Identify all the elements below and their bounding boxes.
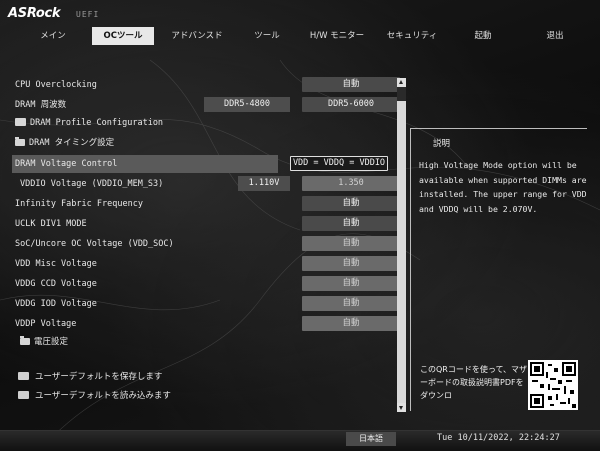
uclk-row[interactable]: UCLK DIV1 MODE 自動 [12,215,400,233]
uefi-label: UEFI [76,10,100,19]
soc-voltage-label: SoC/Uncore OC Voltage (VDD_SOC) [15,239,174,249]
cpu-overclocking-value[interactable]: 自動 [302,77,400,92]
main-nav: メイン OCツール アドバンスド ツール H/W モニター セキュリティ 起動 … [0,27,600,47]
soc-voltage-row[interactable]: SoC/Uncore OC Voltage (VDD_SOC) 自動 [12,235,400,253]
scroll-down-icon[interactable] [397,403,406,412]
dram-profile-row[interactable]: DRAM Profile Configuration [12,114,397,132]
dram-frequency-label: DRAM 周波数 [15,100,67,110]
help-title: 説明 [433,139,451,149]
soc-voltage-value[interactable]: 自動 [302,236,400,251]
brand-logo: ASRock [8,6,61,21]
infinity-fabric-label: Infinity Fabric Frequency [15,199,143,209]
qr-description: このQRコードを使って、マザーボードの取扱説明書PDFをダウンロ [420,365,528,400]
dram-voltage-control-value[interactable]: VDD = VDDQ = VDDIO [290,156,388,171]
vddg-iod-row[interactable]: VDDG IOD Voltage 自動 [12,295,400,313]
load-user-defaults-row[interactable]: ユーザーデフォルトを読み込みます [12,387,397,405]
voltage-settings-label: 電圧設定 [34,337,69,347]
tab-exit[interactable]: 退出 [532,27,578,45]
vddio-voltage-value[interactable]: 1.350 [302,176,400,191]
dram-timing-label-wrap: DRAM タイミング設定 [15,134,114,152]
dram-voltage-control-row[interactable]: DRAM Voltage Control [12,155,278,173]
save-user-defaults-row[interactable]: ユーザーデフォルトを保存します [12,368,397,386]
dram-frequency-current: DDR5-4800 [204,97,290,112]
tab-boot[interactable]: 起動 [460,27,506,45]
vddg-ccd-value[interactable]: 自動 [302,276,400,291]
vdd-misc-value[interactable]: 自動 [302,256,400,271]
help-text: High Voltage Mode option will be availab… [419,160,587,214]
infinity-fabric-value[interactable]: 自動 [302,196,400,211]
tab-oc-tweaker[interactable]: OCツール [92,27,154,45]
language-selector[interactable]: 日本語 [346,432,396,446]
vddp-value[interactable]: 自動 [302,316,400,331]
vddg-ccd-label: VDDG CCD Voltage [15,279,97,289]
cpu-overclocking-row[interactable]: CPU Overclocking 自動 [12,76,400,94]
tab-security[interactable]: セキュリティ [378,27,446,45]
voltage-settings-label-wrap: 電圧設定 [20,333,68,351]
vddg-ccd-row[interactable]: VDDG CCD Voltage 自動 [12,275,400,293]
dram-profile-label: DRAM Profile Configuration [30,118,164,128]
tab-main[interactable]: メイン [30,27,76,45]
dram-timing-row[interactable]: DRAM タイミング設定 [12,134,397,152]
qr-code [528,360,578,410]
vddp-row[interactable]: VDDP Voltage 自動 [12,315,400,333]
dram-frequency-value[interactable]: DDR5-6000 [302,97,400,112]
vddio-voltage-row[interactable]: VDDIO Voltage (VDDIO_MEM_S3) 1.110V 1.35… [12,175,400,193]
uclk-value[interactable]: 自動 [302,216,400,231]
settings-scrollbar[interactable] [397,78,406,412]
vddp-label: VDDP Voltage [15,319,77,329]
vddg-iod-value[interactable]: 自動 [302,296,400,311]
dram-frequency-row[interactable]: DRAM 周波数 DDR5-4800 DDR5-6000 [12,96,400,114]
tab-tool[interactable]: ツール [244,27,290,45]
vdd-misc-label: VDD Misc Voltage [15,259,97,269]
dram-voltage-control-label: DRAM Voltage Control [15,159,118,169]
uclk-label: UCLK DIV1 MODE [15,219,87,229]
vddio-voltage-current: 1.110V [238,176,290,191]
tab-advanced[interactable]: アドバンスド [166,27,228,45]
vdd-misc-row[interactable]: VDD Misc Voltage 自動 [12,255,400,273]
infinity-fabric-row[interactable]: Infinity Fabric Frequency 自動 [12,195,400,213]
memory-chip-icon [15,118,26,126]
folder-icon [15,137,25,146]
system-clock: Tue 10/11/2022, 22:24:27 [437,433,560,443]
load-user-defaults-label: ユーザーデフォルトを読み込みます [35,391,171,401]
load-user-defaults-label-wrap: ユーザーデフォルトを読み込みます [18,387,171,405]
dram-profile-label-wrap: DRAM Profile Configuration [15,114,163,132]
save-user-defaults-label-wrap: ユーザーデフォルトを保存します [18,368,162,386]
scroll-thumb[interactable] [397,101,406,411]
folder-icon [20,336,30,345]
vddg-iod-label: VDDG IOD Voltage [15,299,97,309]
vddio-voltage-label: VDDIO Voltage (VDDIO_MEM_S3) [20,179,164,189]
cpu-overclocking-label: CPU Overclocking [15,80,97,90]
storage-icon [18,391,29,399]
voltage-settings-row[interactable]: 電圧設定 [12,333,397,351]
save-user-defaults-label: ユーザーデフォルトを保存します [35,372,163,382]
dram-timing-label: DRAM タイミング設定 [29,138,115,148]
scroll-up-icon[interactable] [397,78,406,87]
storage-icon [18,372,29,380]
tab-hw-monitor[interactable]: H/W モニター [302,27,372,45]
